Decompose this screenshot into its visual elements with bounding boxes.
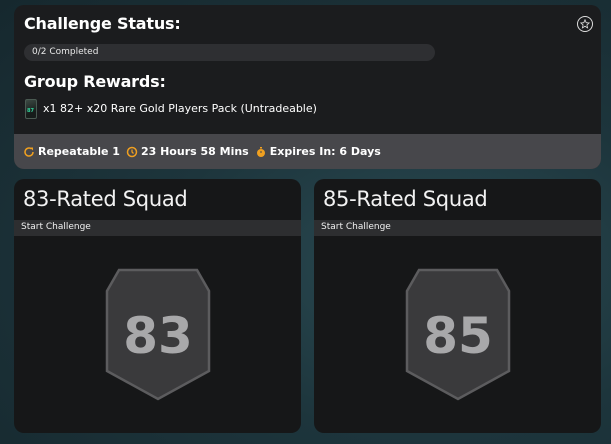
start-challenge-button[interactable]: Start Challenge	[314, 220, 601, 236]
rating-badge-icon: 85	[405, 268, 511, 401]
squad-title: 83-Rated Squad	[23, 187, 188, 211]
repeatable-info: Repeatable 1	[23, 145, 120, 158]
time-remaining-text: 23 Hours 58 Mins	[140, 145, 249, 158]
start-challenge-button[interactable]: Start Challenge	[14, 220, 301, 236]
progress-bar: 0/2 Completed	[24, 44, 435, 61]
squad-card-83[interactable]: 83-Rated Squad Start Challenge 83	[14, 179, 301, 433]
repeat-icon	[24, 146, 34, 157]
rating-badge-icon: 83	[105, 268, 211, 401]
reward-item-text: x1 82+ x20 Rare Gold Players Pack (Untra…	[43, 102, 317, 115]
stopwatch-icon	[256, 146, 265, 157]
repeatable-text: Repeatable 1	[38, 145, 120, 158]
time-info: 23 Hours 58 Mins	[126, 145, 249, 158]
start-challenge-label: Start Challenge	[21, 222, 91, 232]
rating-value: 85	[423, 307, 493, 365]
group-rewards-title: Group Rewards:	[24, 72, 166, 91]
rating-value: 83	[123, 307, 193, 365]
start-challenge-label: Start Challenge	[321, 222, 391, 232]
squad-title: 85-Rated Squad	[323, 187, 488, 211]
squad-card-85[interactable]: 85-Rated Squad Start Challenge 85	[314, 179, 601, 433]
challenge-status-panel: Challenge Status: 0/2 Completed Group Re…	[14, 5, 601, 169]
pack-icon: 87	[25, 99, 37, 119]
favorite-star-icon[interactable]	[577, 16, 593, 32]
clock-icon	[126, 146, 138, 157]
expires-text: Expires In: 6 Days	[269, 145, 381, 158]
challenge-status-title: Challenge Status:	[24, 14, 181, 33]
expires-info: Expires In: 6 Days	[255, 145, 381, 158]
challenge-info-bar: Repeatable 1 23 Hours 58 Mins Expires In…	[14, 134, 601, 169]
pack-tag: 87	[27, 108, 34, 114]
progress-text: 0/2 Completed	[32, 47, 99, 57]
